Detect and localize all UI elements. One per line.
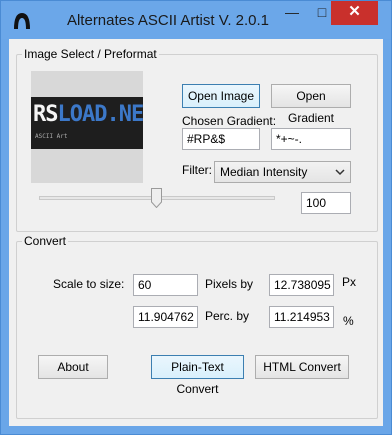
preview-logo-right: LOAD.NET <box>57 102 144 127</box>
app-window: Alternates ASCII Artist V. 2.0.1 — □ ✕ I… <box>0 0 392 435</box>
minimize-button[interactable]: — <box>277 1 307 25</box>
plain-text-convert-button[interactable]: Plain-Text Convert <box>151 355 244 396</box>
scale-input[interactable]: 60 <box>133 274 198 296</box>
filter-dropdown[interactable]: Median Intensity <box>214 161 351 183</box>
close-button[interactable]: ✕ <box>331 1 378 25</box>
slider-value-input[interactable]: 100 <box>301 192 351 214</box>
pixels-by-label: Pixels by <box>205 277 254 291</box>
convert-legend: Convert <box>22 234 69 248</box>
perc-by-input[interactable]: 11.214953 <box>269 306 334 328</box>
html-convert-button[interactable]: HTML Convert <box>255 355 349 379</box>
client-area: Image Select / Preformat RSLOAD.NET ASCI… <box>9 39 383 426</box>
preview-logo-left: RS <box>33 102 58 127</box>
preview-logo: RSLOAD.NET <box>33 102 143 127</box>
open-gradient-button[interactable]: Open Gradient <box>271 84 351 125</box>
chosen-gradient-label: Chosen Gradient: <box>182 114 277 128</box>
title-bar[interactable]: Alternates ASCII Artist V. 2.0.1 — □ ✕ <box>1 1 391 39</box>
filter-selected-value: Median Intensity <box>220 165 308 179</box>
filter-label: Filter: <box>182 163 212 177</box>
open-image-button[interactable]: Open Image <box>182 84 260 108</box>
preview-caption: ASCII Art <box>35 133 68 140</box>
perc-by-label: Perc. by <box>205 309 250 323</box>
convert-group: Convert Scale to size: 60 Pixels by 12.7… <box>16 234 378 419</box>
px-unit-label: Px <box>342 275 357 289</box>
scale-to-size-label: Scale to size: <box>53 277 125 291</box>
slider-thumb[interactable] <box>150 188 162 208</box>
image-preview: RSLOAD.NET ASCII Art <box>31 71 143 183</box>
image-select-group: Image Select / Preformat RSLOAD.NET ASCI… <box>16 47 378 232</box>
scale-secondary-input[interactable]: 11.904762 <box>133 306 198 328</box>
gradient-primary-input[interactable]: #RP&$ <box>182 128 260 150</box>
gradient-secondary-input[interactable]: *+~-. <box>271 128 351 150</box>
pixels-by-input[interactable]: 12.738095 <box>269 274 334 296</box>
about-button[interactable]: About <box>38 355 108 379</box>
image-select-legend: Image Select / Preformat <box>22 47 159 61</box>
chevron-down-icon <box>335 169 345 176</box>
percent-unit-label: % <box>343 314 354 328</box>
